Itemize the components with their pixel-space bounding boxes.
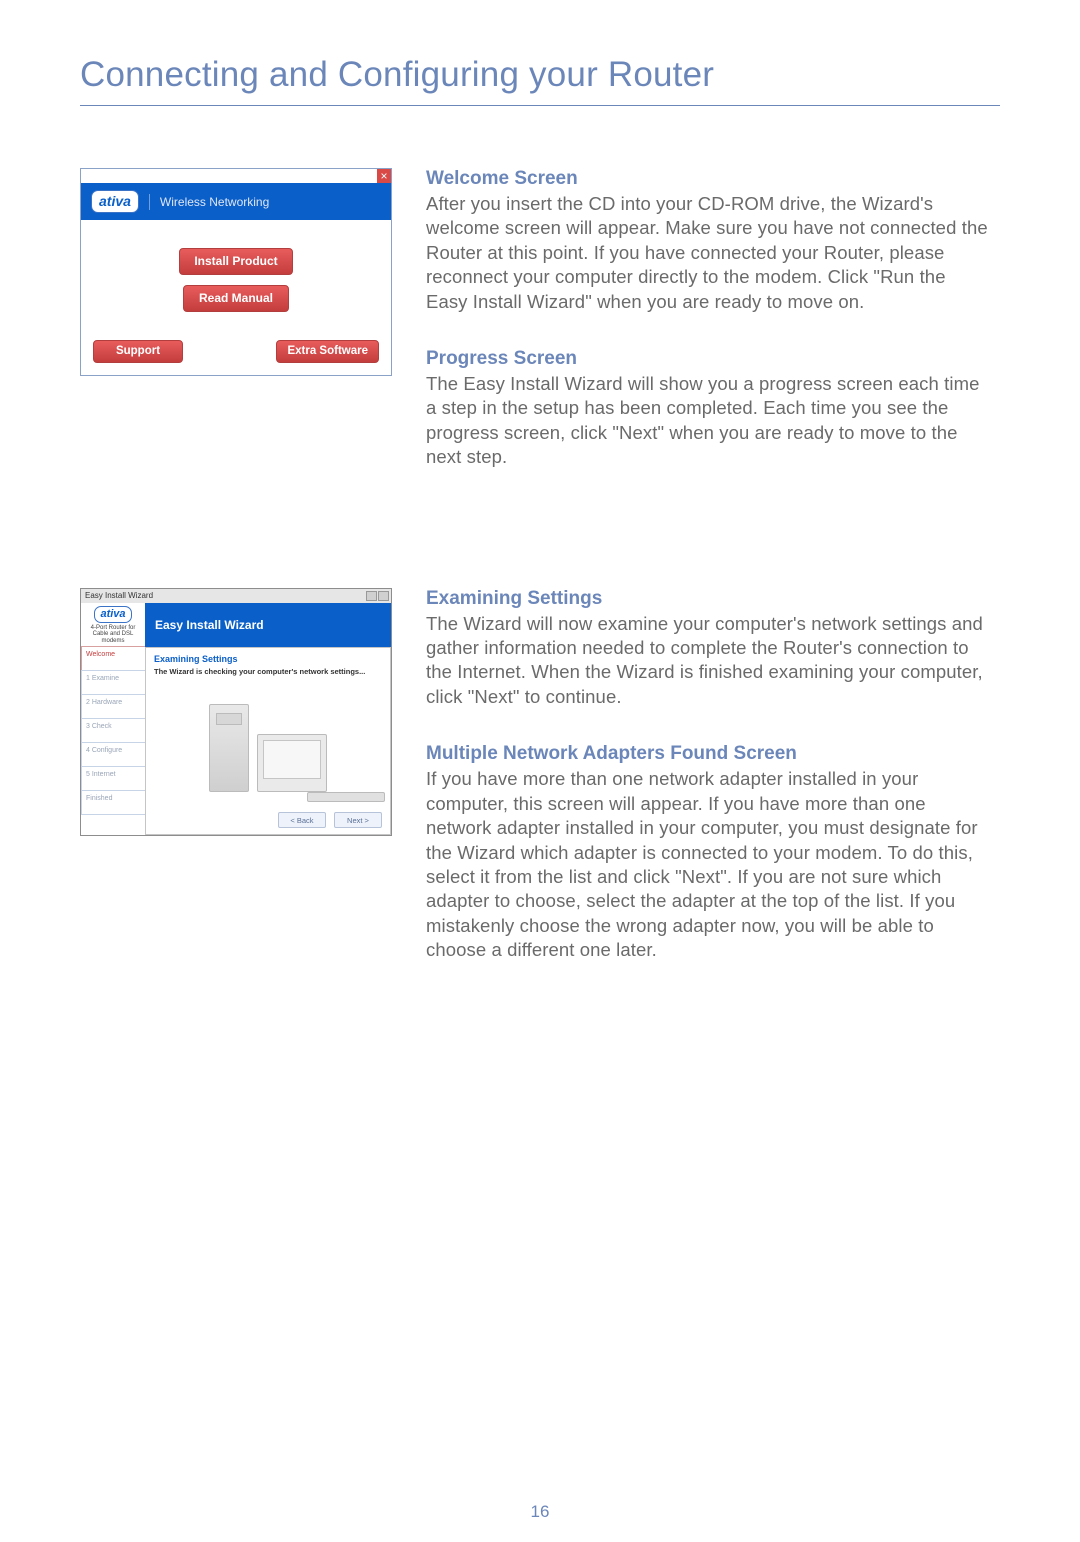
keyboard-icon [307,792,385,802]
section-heading: Examining Settings [426,588,990,610]
wizard-step[interactable]: Finished [81,790,145,815]
wizard-content-pane: Examining Settings The Wizard is checkin… [145,647,391,835]
pc-tower-icon [209,704,249,792]
page-title: Connecting and Configuring your Router [80,55,1000,106]
minimize-icon[interactable] [366,591,377,601]
section-progress-screen: Progress Screen The Easy Install Wizard … [426,348,990,470]
window-titlebar: Easy Install Wizard [81,589,391,603]
install-product-button[interactable]: Install Product [179,248,292,275]
window-titlebar: × [81,169,391,183]
wizard-step[interactable]: 4 Configure [81,742,145,767]
section-body: After you insert the CD into your CD-ROM… [426,192,990,314]
window-controls [366,591,389,601]
section-body: If you have more than one network adapte… [426,767,990,962]
next-button[interactable]: Next > [334,812,382,828]
section-heading: Welcome Screen [426,168,990,190]
product-subtext: 4-Port Router for Cable and DSL modems [85,625,141,645]
wizard-step[interactable]: 5 Internet [81,766,145,791]
section-body: The Wizard will now examine your compute… [426,612,990,710]
wizard-step[interactable]: Welcome [81,646,145,671]
row-welcome: × ativa Wireless Networking Install Prod… [80,168,1000,470]
brand-logo: ativa [91,190,139,213]
support-button[interactable]: Support [93,340,183,363]
wizard-step[interactable]: 3 Check [81,718,145,743]
section-heading: Multiple Network Adapters Found Screen [426,743,990,765]
window-title-text: Easy Install Wizard [85,591,153,600]
screenshot-easy-install-wizard: Easy Install Wizard ativa 4-Port Router … [80,588,392,837]
close-icon[interactable] [378,591,389,601]
section-welcome-screen: Welcome Screen After you insert the CD i… [426,168,990,314]
wizard-step-list: Welcome 1 Examine 2 Hardware 3 Check 4 C… [81,647,145,835]
computer-illustration [198,692,338,792]
close-icon[interactable]: × [377,169,391,183]
wizard-content-heading: Examining Settings [154,654,382,664]
extra-software-button[interactable]: Extra Software [276,340,379,363]
screenshot-welcome-window: × ativa Wireless Networking Install Prod… [80,168,392,376]
back-button[interactable]: < Back [278,812,326,828]
wizard-content-message: The Wizard is checking your computer's n… [154,667,382,676]
window-subtitle: Wireless Networking [149,194,269,210]
wizard-step[interactable]: 2 Hardware [81,694,145,719]
wizard-title: Easy Install Wizard [145,618,264,632]
brand-logo: ativa [94,606,131,623]
section-body: The Easy Install Wizard will show you a … [426,372,990,470]
page-number: 16 [0,1502,1080,1522]
monitor-icon [257,734,327,792]
read-manual-button[interactable]: Read Manual [183,285,289,312]
wizard-step[interactable]: 1 Examine [81,670,145,695]
row-examining: Easy Install Wizard ativa 4-Port Router … [80,588,1000,963]
section-multiple-adapters: Multiple Network Adapters Found Screen I… [426,743,990,962]
section-examining-settings: Examining Settings The Wizard will now e… [426,588,990,710]
section-heading: Progress Screen [426,348,990,370]
